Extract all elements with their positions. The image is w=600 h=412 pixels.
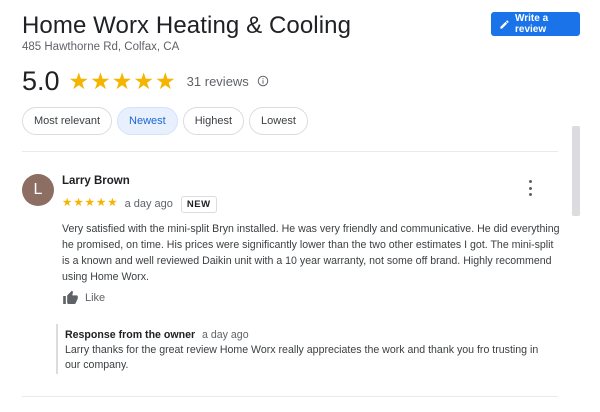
star-icon: ★ (90, 67, 111, 94)
info-icon[interactable] (257, 75, 269, 87)
sort-chips: Most relevant Newest Highest Lowest (22, 107, 313, 135)
reviewer-name[interactable]: Larry Brown (62, 175, 130, 187)
review-count[interactable]: 31 reviews (187, 74, 249, 89)
chip-lowest[interactable]: Lowest (249, 107, 308, 135)
write-review-label: Write a review (515, 13, 549, 35)
rating-summary: 5.0 ★ ★ ★ ★ ★ 31 reviews (22, 66, 269, 96)
like-button[interactable]: Like (62, 288, 105, 308)
review-stars: ★ ★ ★ ★ ★ (62, 198, 119, 210)
chip-highest[interactable]: Highest (182, 107, 245, 135)
avatar[interactable]: L (22, 174, 54, 206)
star-icon: ★ (68, 67, 90, 94)
star-icon: ★ (95, 197, 107, 210)
write-review-button[interactable]: Write a review (491, 12, 580, 36)
business-address: 485 Hawthorne Rd, Colfax, CA (22, 41, 180, 53)
like-label: Like (85, 292, 106, 304)
review-meta: ★ ★ ★ ★ ★ a day ago NEW (62, 195, 217, 213)
business-title: Home Worx Heating & Cooling (22, 12, 352, 39)
more-vert-icon[interactable] (524, 180, 536, 196)
owner-response-time: a day ago (202, 329, 249, 341)
star-icon: ★ (73, 197, 84, 210)
chip-newest[interactable]: Newest (117, 107, 178, 135)
review-text: Very satisfied with the mini-split Bryn … (62, 223, 560, 283)
star-icon: ★ (62, 197, 73, 210)
divider (22, 151, 558, 152)
new-badge: NEW (180, 195, 217, 213)
chip-most-relevant[interactable]: Most relevant (22, 107, 113, 135)
star-icon: ★ (133, 67, 155, 94)
star-icon: ★ (111, 67, 133, 94)
pencil-icon (500, 19, 509, 29)
scrollbar-thumb[interactable] (572, 126, 580, 216)
thumb-up-icon (63, 290, 78, 304)
owner-response-text: Larry thanks for the great review Home W… (65, 344, 539, 371)
owner-response: Response from the owner a day ago Larry … (56, 324, 556, 374)
rating-stars: ★ ★ ★ ★ ★ (68, 67, 177, 94)
review-time: a day ago (124, 198, 173, 210)
owner-response-title: Response from the owner (65, 329, 196, 341)
star-icon: ★ (107, 197, 118, 210)
star-icon: ★ (155, 67, 176, 94)
star-icon: ★ (84, 197, 95, 210)
rating-average: 5.0 (22, 65, 60, 96)
divider (22, 396, 558, 397)
